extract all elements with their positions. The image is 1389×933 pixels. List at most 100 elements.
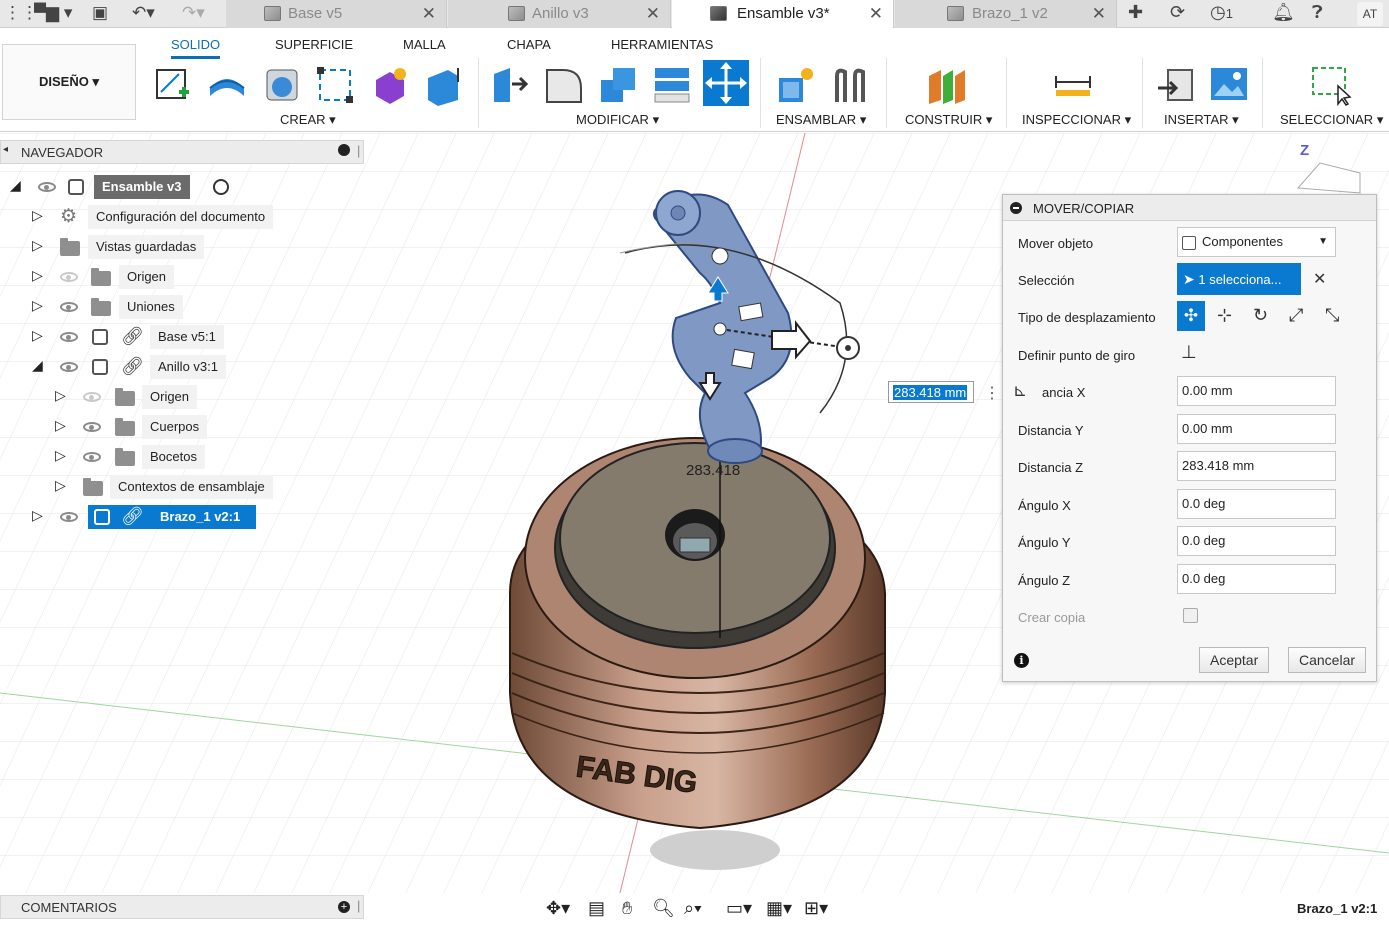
group-insertar[interactable]: INSERTAR ▾ bbox=[1164, 112, 1239, 128]
visibility-eye-icon[interactable] bbox=[60, 512, 78, 522]
extensions-icon[interactable]: ⟳ bbox=[1170, 2, 1185, 23]
tab-ensamble-v3[interactable]: Ensamble v3* ✕ bbox=[672, 0, 894, 28]
distance-z-input[interactable]: 283.418 mm bbox=[1177, 451, 1336, 481]
free-move-icon[interactable]: ✣ bbox=[1177, 301, 1205, 331]
close-icon[interactable]: ✕ bbox=[422, 0, 436, 28]
group-crear[interactable]: CREAR ▾ bbox=[280, 112, 336, 128]
create-copy-checkbox[interactable] bbox=[1183, 608, 1198, 623]
tree-item-bodies[interactable]: ▷ Cuerpos bbox=[0, 415, 364, 439]
visibility-eye-icon[interactable] bbox=[38, 182, 56, 192]
tab-malla[interactable]: MALLA bbox=[403, 37, 446, 52]
tree-root[interactable]: ◢ Ensamble v3 bbox=[0, 175, 364, 199]
help-icon[interactable]: ❓︎ bbox=[1312, 2, 1323, 23]
avatar[interactable]: AT bbox=[1357, 2, 1383, 26]
file-icon[interactable]: ▀▆ ▾ bbox=[34, 3, 72, 23]
add-comment-icon[interactable]: + bbox=[338, 901, 350, 913]
point-to-point-icon[interactable]: ⤢ bbox=[1289, 305, 1303, 326]
collapse-triangle-icon[interactable]: ◢ bbox=[32, 357, 43, 374]
expand-triangle-icon[interactable]: ▷ bbox=[32, 297, 43, 314]
tree-item-assembly-contexts[interactable]: ▷ Contextos de ensamblaje bbox=[0, 475, 364, 499]
expand-triangle-icon[interactable]: ▷ bbox=[32, 327, 43, 344]
new-component-icon[interactable] bbox=[775, 64, 817, 106]
tree-item-base[interactable]: ▷ 🔗︎ Base v5:1 bbox=[0, 325, 364, 349]
pan-icon[interactable]: ✋︎ bbox=[622, 898, 632, 919]
angle-z-input[interactable]: 0.0 deg bbox=[1177, 564, 1336, 594]
undo-icon[interactable]: ↶▾ bbox=[132, 3, 155, 23]
cancel-button[interactable]: Cancelar bbox=[1288, 647, 1367, 673]
tab-brazo-1-v2[interactable]: Brazo_1 v2 ✕ bbox=[895, 0, 1117, 28]
look-at-icon[interactable]: ▤ bbox=[588, 898, 605, 919]
expand-triangle-icon[interactable]: ▷ bbox=[55, 417, 66, 434]
revolve-icon[interactable] bbox=[261, 64, 303, 106]
grid-settings-icon[interactable]: ▦▾ bbox=[766, 898, 792, 919]
expand-triangle-icon[interactable]: ▷ bbox=[32, 267, 43, 284]
notifications-icon[interactable]: 🔔︎ bbox=[1272, 2, 1295, 23]
press-pull-icon[interactable] bbox=[490, 64, 532, 106]
group-inspeccionar[interactable]: INSPECCIONAR ▾ bbox=[1022, 112, 1131, 128]
zoom-icon[interactable]: 🔍︎ bbox=[652, 898, 675, 919]
shell-icon[interactable] bbox=[651, 64, 693, 106]
point-to-position-icon[interactable]: ⤡ bbox=[1325, 305, 1339, 326]
pivot-point-icon[interactable]: ⊥ bbox=[1181, 342, 1197, 363]
tab-solido[interactable]: SOLIDO bbox=[171, 37, 221, 59]
group-ensamblar[interactable]: ENSAMBLAR ▾ bbox=[776, 112, 866, 128]
fit-icon[interactable]: ⌕▾ bbox=[684, 898, 702, 919]
measure-icon[interactable] bbox=[1052, 64, 1094, 106]
save-icon[interactable]: ▣ bbox=[92, 3, 108, 23]
visibility-eye-icon[interactable] bbox=[83, 452, 101, 462]
expand-triangle-icon[interactable]: ▷ bbox=[32, 207, 43, 224]
move-copy-icon[interactable] bbox=[703, 60, 749, 106]
redo-icon[interactable]: ↷▾ bbox=[182, 3, 205, 23]
visibility-eye-icon[interactable] bbox=[60, 332, 78, 342]
tree-item-document-settings[interactable]: ▷ ⚙ Configuración del documento bbox=[0, 205, 364, 229]
expand-triangle-icon[interactable]: ▷ bbox=[55, 387, 66, 404]
tree-item-joints[interactable]: ▷ Uniones bbox=[0, 295, 364, 319]
close-icon[interactable]: ✕ bbox=[646, 0, 660, 28]
group-modificar[interactable]: MODIFICAR ▾ bbox=[576, 112, 659, 128]
pin-icon[interactable]: | bbox=[357, 143, 360, 158]
tree-item-origin[interactable]: ▷ Origen bbox=[0, 265, 364, 289]
hidden-eye-icon[interactable] bbox=[60, 272, 78, 282]
expand-triangle-icon[interactable]: ▷ bbox=[55, 447, 66, 464]
tab-herramientas[interactable]: HERRAMIENTAS bbox=[611, 37, 713, 52]
visibility-eye-icon[interactable] bbox=[60, 302, 78, 312]
expand-triangle-icon[interactable]: ▷ bbox=[32, 507, 43, 524]
hidden-eye-icon[interactable] bbox=[83, 392, 101, 402]
rotate-icon[interactable]: ↻ bbox=[1253, 305, 1268, 326]
tree-item-named-views[interactable]: ▷ Vistas guardadas bbox=[0, 235, 364, 259]
display-settings-icon[interactable]: ▭▾ bbox=[726, 898, 752, 919]
translate-icon[interactable]: ⊹ bbox=[1217, 305, 1232, 326]
collapse-dialog-icon[interactable] bbox=[1010, 202, 1022, 214]
box-icon[interactable] bbox=[422, 64, 464, 106]
tab-superficie[interactable]: SUPERFICIE bbox=[275, 37, 353, 52]
angle-x-input[interactable]: 0.0 deg bbox=[1177, 489, 1336, 519]
workspace-button[interactable]: DISEÑO ▾ bbox=[2, 44, 136, 120]
distance-x-input[interactable]: 0.00 mm bbox=[1177, 376, 1336, 406]
move-object-select[interactable]: Componentes ▼ bbox=[1177, 227, 1336, 257]
more-options-icon[interactable]: ⋮ bbox=[984, 383, 1000, 403]
fillet-icon[interactable] bbox=[543, 64, 585, 106]
visibility-eye-icon[interactable] bbox=[60, 362, 78, 372]
close-icon[interactable]: ✕ bbox=[869, 0, 883, 28]
insert-derive-icon[interactable] bbox=[1156, 64, 1198, 106]
extrude-icon[interactable] bbox=[206, 64, 248, 106]
ok-button[interactable]: Aceptar bbox=[1199, 647, 1270, 673]
viewports-icon[interactable]: ⊞▾ bbox=[804, 898, 828, 919]
selection-button[interactable]: ➤ 1 selecciona... bbox=[1177, 263, 1301, 295]
visibility-eye-icon[interactable] bbox=[83, 422, 101, 432]
tab-chapa[interactable]: CHAPA bbox=[507, 37, 551, 52]
info-icon[interactable]: i bbox=[1014, 653, 1029, 668]
activate-radio-icon[interactable] bbox=[213, 179, 229, 195]
collapse-browser-icon[interactable]: ◂ bbox=[3, 144, 8, 155]
tree-item-sketches[interactable]: ▷ Bocetos bbox=[0, 445, 364, 469]
group-construir[interactable]: CONSTRUIR ▾ bbox=[905, 112, 992, 128]
select-icon[interactable] bbox=[1310, 64, 1352, 106]
angle-y-input[interactable]: 0.0 deg bbox=[1177, 526, 1336, 556]
distance-y-input[interactable]: 0.00 mm bbox=[1177, 414, 1336, 444]
group-seleccionar[interactable]: SELECCIONAR ▾ bbox=[1280, 112, 1383, 128]
collapse-triangle-icon[interactable]: ◢ bbox=[10, 177, 21, 194]
joint-icon[interactable] bbox=[829, 64, 871, 106]
tab-anillo-v3[interactable]: Anillo v3 ✕ bbox=[448, 0, 671, 28]
job-status-icon[interactable]: ◷1 bbox=[1210, 2, 1233, 23]
expand-triangle-icon[interactable]: ▷ bbox=[32, 237, 43, 254]
